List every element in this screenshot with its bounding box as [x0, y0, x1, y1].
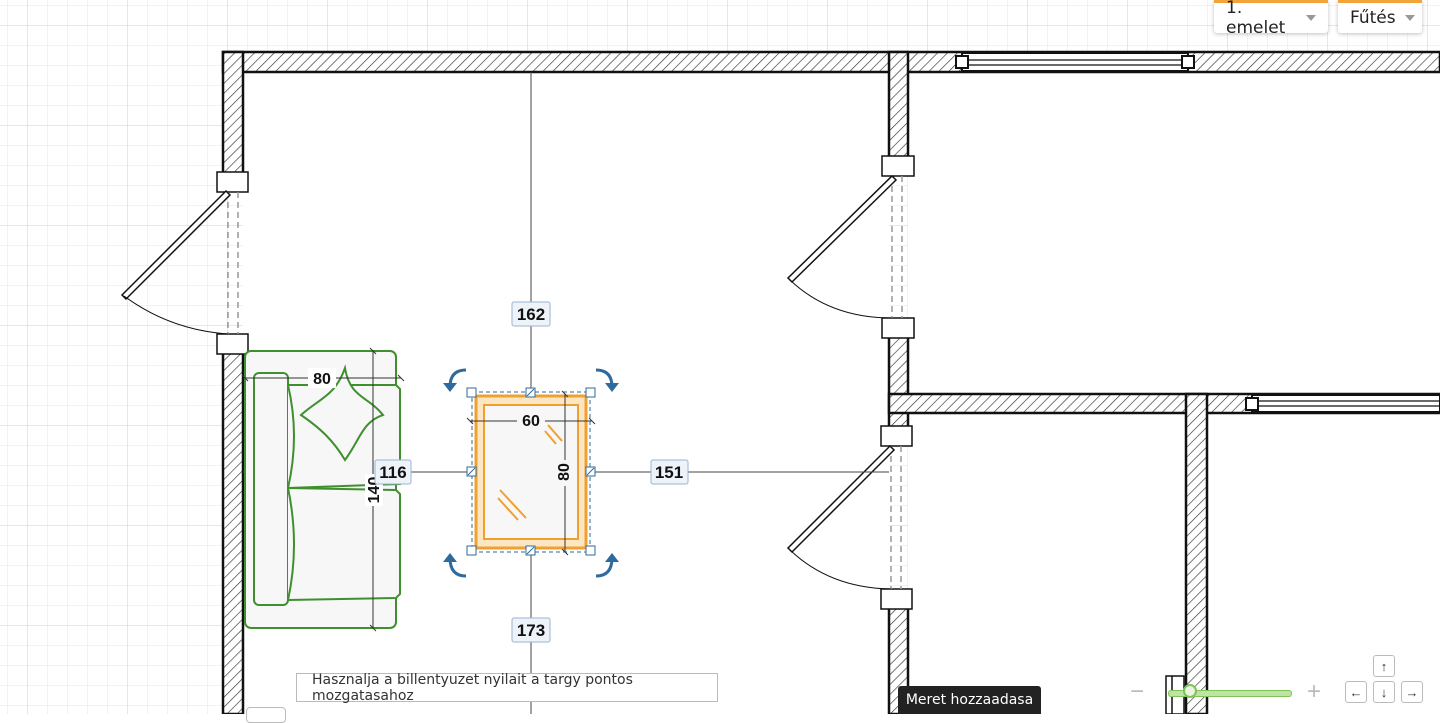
layer-selector-dropdown[interactable]: Fűtés [1338, 0, 1422, 33]
distance-left-label: 116 [379, 463, 406, 482]
pan-down-button[interactable]: ↓ [1373, 681, 1395, 703]
zoom-in-button[interactable]: + [1307, 680, 1321, 704]
wall-vertical-right [1184, 392, 1209, 714]
sofa-width-label: 80 [313, 371, 331, 388]
wall-left-lower [221, 341, 245, 714]
floor-selector-label: 1. emelet [1226, 0, 1286, 38]
distance-bottom-badge[interactable]: 173 [511, 617, 551, 643]
layer-selector-label: Fűtés [1350, 8, 1396, 28]
chevron-down-icon [1306, 15, 1316, 21]
table-length-label: 80 [556, 463, 573, 481]
keyboard-hint-box: Hasznalja a billentyuzet nyilait a targy… [296, 671, 718, 704]
distance-top-label: 162 [517, 305, 545, 324]
wall-middle-mid [887, 325, 910, 439]
add-dimension-tooltip[interactable]: Meret hozzaadasa [898, 686, 1041, 714]
keyboard-hint-text: Hasznalja a billentyuzet nyilait a targy… [312, 671, 633, 704]
zoom-out-button[interactable]: − [1130, 680, 1144, 704]
add-dimension-label: Meret hozzaadasa [905, 692, 1034, 708]
wall-middle-upper [887, 50, 910, 169]
distance-top-badge[interactable]: 162 [511, 301, 551, 327]
pan-left-button[interactable]: ← [1345, 681, 1367, 703]
arrow-up-icon: ↑ [1380, 658, 1388, 674]
arrow-down-icon: ↓ [1380, 684, 1388, 700]
table-width-label: 60 [522, 413, 540, 430]
panel-handle[interactable] [246, 707, 286, 723]
chevron-down-icon [1404, 15, 1415, 21]
distance-bottom-label: 173 [517, 621, 545, 640]
wall-left-upper [221, 50, 245, 184]
distance-left-badge[interactable]: 116 [374, 459, 412, 485]
floor-plan-canvas[interactable]: 80 140 60 80 162 116 151 173 [0, 0, 1440, 714]
arrow-right-icon: → [1405, 684, 1419, 700]
zoom-slider-handle[interactable] [1183, 684, 1197, 698]
distance-right-label: 151 [655, 463, 683, 482]
pan-up-button[interactable]: ↑ [1373, 655, 1395, 677]
wall-top [221, 50, 1440, 74]
pan-right-button[interactable]: → [1401, 681, 1423, 703]
floor-selector-dropdown[interactable]: 1. emelet [1214, 0, 1328, 38]
arrow-left-icon: ← [1349, 684, 1363, 700]
distance-right-badge[interactable]: 151 [650, 459, 689, 485]
